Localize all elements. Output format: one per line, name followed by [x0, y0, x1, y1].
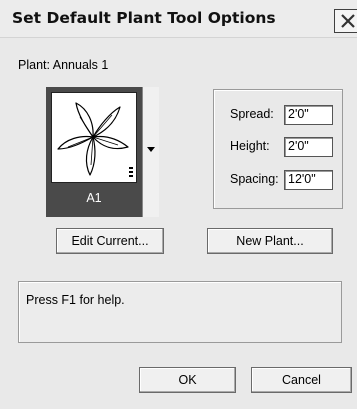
set-default-plant-tool-options-dialog: Set Default Plant Tool Options Plant: An… [0, 0, 357, 409]
plant-code-label: A1 [86, 191, 102, 205]
help-panel: Press F1 for help. [18, 281, 342, 343]
plant-name-label: Plant: Annuals 1 [18, 58, 109, 72]
close-button[interactable] [334, 9, 357, 33]
dimensions-group: Spread: 2'0" Height: 2'0" Spacing: 12'0" [213, 89, 343, 209]
plant-dropdown-button[interactable] [142, 87, 159, 217]
chevron-down-icon [147, 147, 155, 152]
help-text: Press F1 for help. [26, 293, 125, 307]
title-bar: Set Default Plant Tool Options [0, 0, 357, 38]
plant-preview[interactable]: A1 [46, 87, 159, 217]
close-icon [341, 14, 355, 28]
spread-field[interactable]: 2'0" [284, 105, 333, 125]
height-label: Height: [230, 139, 270, 153]
edit-current-button[interactable]: Edit Current... [56, 228, 164, 254]
height-field[interactable]: 2'0" [284, 137, 333, 157]
ok-button[interactable]: OK [139, 367, 236, 393]
cancel-button[interactable]: Cancel [251, 367, 352, 393]
plant-symbol-canvas [51, 92, 137, 183]
spacing-label: Spacing: [230, 172, 279, 186]
spacing-field[interactable]: 12'0" [284, 170, 333, 190]
new-plant-button[interactable]: New Plant... [207, 228, 333, 254]
spread-label: Spread: [230, 107, 274, 121]
window-title: Set Default Plant Tool Options [12, 9, 276, 27]
flower-glyph-icon [57, 102, 133, 177]
